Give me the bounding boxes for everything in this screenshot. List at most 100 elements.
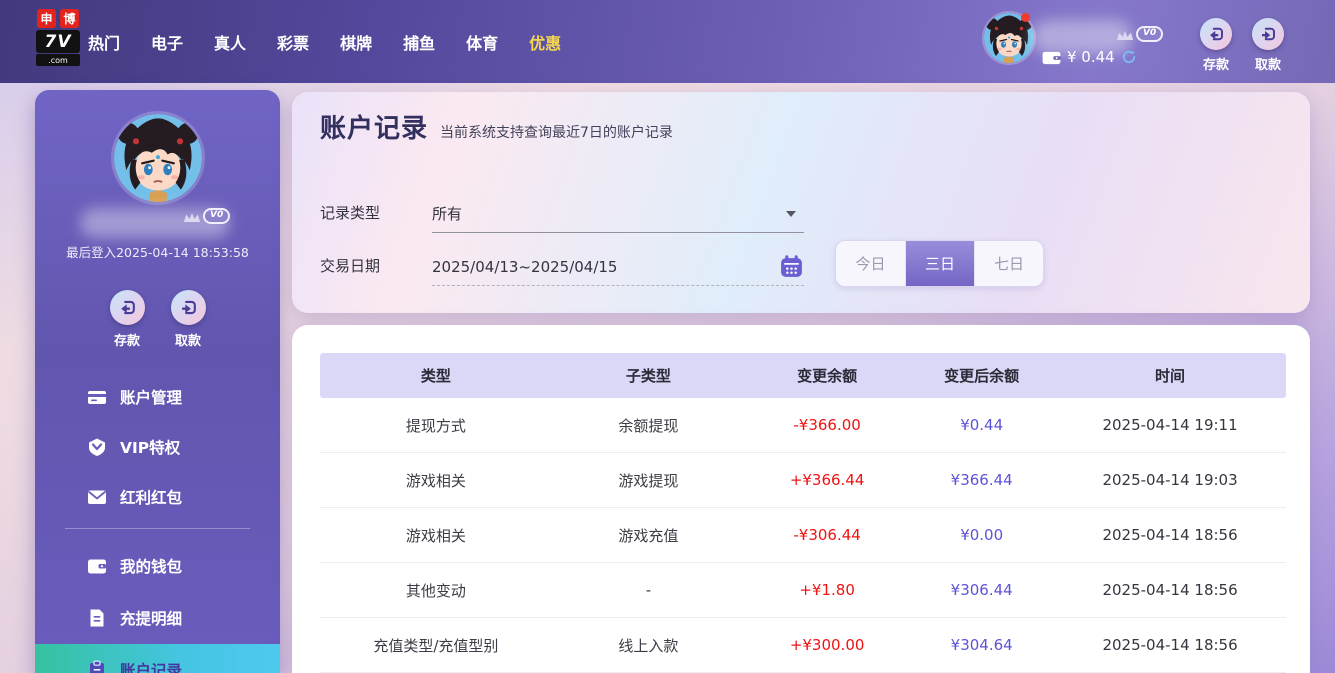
avatar-image	[114, 114, 202, 202]
top-navigation: 热门 电子 真人 彩票 棋牌 捕鱼 体育 优惠	[88, 0, 561, 83]
cell-change: +¥366.44	[745, 471, 909, 489]
quick-range-group: 今日 三日 七日	[835, 240, 1044, 287]
document-icon	[87, 608, 107, 628]
sidebar-item-account-management[interactable]: 账户管理	[35, 372, 280, 422]
profile-avatar[interactable]	[114, 114, 202, 202]
sidebar-item-label: 账户记录	[120, 659, 182, 673]
cell-balance-after: ¥304.64	[909, 636, 1054, 654]
sidebar: V0 最后登入2025-04-14 18:53:58 存款 取款	[35, 90, 280, 673]
nav-item-live[interactable]: 真人	[214, 30, 246, 54]
table-row: 充值类型/充值型别 线上入款 +¥300.00 ¥304.64 2025-04-…	[320, 618, 1286, 673]
cell-change: -¥306.44	[745, 526, 909, 544]
page-title: 账户记录	[320, 108, 428, 145]
crown-icon	[183, 211, 201, 224]
notification-dot	[1021, 13, 1030, 22]
cell-balance-after: ¥306.44	[909, 581, 1054, 599]
nav-item-lottery[interactable]: 彩票	[277, 30, 309, 54]
cell-subtype: 余额提现	[552, 415, 745, 436]
cell-time: 2025-04-14 19:03	[1054, 471, 1286, 489]
wallet-icon	[87, 556, 107, 576]
sidebar-item-deposit-withdraw-details[interactable]: 充提明细	[35, 592, 280, 644]
logo-com: .com	[36, 54, 80, 66]
clipboard-icon	[87, 660, 107, 673]
calendar-icon[interactable]	[779, 254, 804, 279]
cell-balance-after: ¥0.44	[909, 416, 1054, 434]
cell-time: 2025-04-14 18:56	[1054, 526, 1286, 544]
withdraw-label: 取款	[1238, 54, 1298, 73]
date-label: 交易日期	[320, 255, 432, 286]
cell-type: 游戏相关	[320, 525, 552, 546]
cell-change: -¥366.00	[745, 416, 909, 434]
cell-type: 其他变动	[320, 580, 552, 601]
date-range-input[interactable]: 2025/04/13~2025/04/15	[432, 248, 804, 286]
table-row: 游戏相关 游戏提现 +¥366.44 ¥366.44 2025-04-14 19…	[320, 453, 1286, 508]
deposit-icon	[1207, 25, 1225, 43]
header-type: 类型	[320, 365, 552, 386]
deposit-label: 存款	[110, 330, 145, 349]
cell-change: +¥300.00	[745, 636, 909, 654]
sidebar-item-label: VIP特权	[120, 436, 180, 458]
refresh-balance-icon[interactable]	[1121, 49, 1137, 65]
sidebar-item-vip[interactable]: VIP特权	[35, 422, 280, 472]
withdraw-button[interactable]: 取款	[1238, 18, 1298, 73]
table-header-row: 类型 子类型 变更余额 变更后余额 时间	[320, 353, 1286, 398]
nav-item-fishing[interactable]: 捕鱼	[403, 30, 435, 54]
sidebar-withdraw-button[interactable]: 取款	[171, 290, 206, 349]
records-table-card: 类型 子类型 变更余额 变更后余额 时间 提现方式 余额提现 -¥366.00 …	[292, 325, 1310, 673]
date-range-row: 交易日期 2025/04/13~2025/04/15	[320, 248, 804, 286]
sidebar-quick-actions: 存款 取款	[35, 290, 280, 349]
menu-divider	[65, 528, 250, 529]
sidebar-item-my-wallet[interactable]: 我的钱包	[35, 540, 280, 592]
header-change: 变更余额	[745, 365, 909, 386]
table-row: 提现方式 余额提现 -¥366.00 ¥0.44 2025-04-14 19:1…	[320, 398, 1286, 453]
header-subtype: 子类型	[552, 365, 745, 386]
page-header: 账户记录 当前系统支持查询最近7日的账户记录	[320, 108, 673, 145]
vip-level-badge: V0	[1136, 26, 1163, 42]
table-row: 游戏相关 游戏充值 -¥306.44 ¥0.00 2025-04-14 18:5…	[320, 508, 1286, 563]
sidebar-item-bonus[interactable]: 红利红包	[35, 472, 280, 522]
sidebar-menu-secondary: 我的钱包 充提明细 账户记录	[35, 540, 280, 673]
range-button-today[interactable]: 今日	[836, 241, 905, 286]
crown-icon	[1116, 29, 1134, 42]
deposit-button[interactable]: 存款	[1186, 18, 1246, 73]
vip-badge-sidebar: V0	[183, 208, 230, 224]
cell-subtype: 游戏提现	[552, 470, 745, 491]
vip-level-badge: V0	[203, 208, 230, 224]
record-type-label: 记录类型	[320, 202, 432, 233]
cell-time: 2025-04-14 18:56	[1054, 636, 1286, 654]
sidebar-deposit-button[interactable]: 存款	[110, 290, 145, 349]
records-table: 类型 子类型 变更余额 变更后余额 时间 提现方式 余额提现 -¥366.00 …	[320, 353, 1286, 673]
nav-item-promos[interactable]: 优惠	[529, 30, 561, 54]
nav-item-cards[interactable]: 棋牌	[340, 30, 372, 54]
filter-panel: 账户记录 当前系统支持查询最近7日的账户记录 记录类型 所有 交易日期 2025…	[292, 92, 1310, 313]
site-logo[interactable]: 申 博 7V .com	[35, 9, 81, 66]
record-type-row: 记录类型 所有	[320, 195, 804, 233]
balance-amount: ¥ 0.44	[1067, 48, 1115, 66]
logo-char-2: 博	[60, 9, 79, 28]
date-range-value: 2025/04/13~2025/04/15	[432, 258, 617, 276]
cell-type: 游戏相关	[320, 470, 552, 491]
range-button-7days[interactable]: 七日	[974, 241, 1043, 286]
logo-char-1: 申	[37, 9, 56, 28]
sidebar-item-label: 我的钱包	[120, 555, 182, 577]
record-type-select[interactable]: 所有	[432, 195, 804, 233]
cell-balance-after: ¥366.44	[909, 471, 1054, 489]
sidebar-item-account-records[interactable]: 账户记录	[35, 644, 280, 673]
header-time: 时间	[1054, 365, 1286, 386]
cell-subtype: 游戏充值	[552, 525, 745, 546]
sidebar-item-label: 充提明细	[120, 607, 182, 629]
page-subtitle: 当前系统支持查询最近7日的账户记录	[440, 122, 673, 142]
nav-item-sports[interactable]: 体育	[466, 30, 498, 54]
sidebar-item-label: 红利红包	[120, 486, 182, 508]
range-button-3days[interactable]: 三日	[905, 241, 974, 286]
header-balance-after: 变更后余额	[909, 365, 1054, 386]
wallet-balance: ¥ 0.44	[1042, 48, 1137, 66]
cell-time: 2025-04-14 19:11	[1054, 416, 1286, 434]
nav-item-hot[interactable]: 热门	[88, 30, 120, 54]
nav-item-slots[interactable]: 电子	[151, 30, 183, 54]
sidebar-item-label: 账户管理	[120, 386, 182, 408]
cell-type: 充值类型/充值型别	[320, 635, 552, 656]
withdraw-label: 取款	[171, 330, 206, 349]
cell-subtype: 线上入款	[552, 635, 745, 656]
last-login-text: 最后登入2025-04-14 18:53:58	[35, 242, 280, 261]
